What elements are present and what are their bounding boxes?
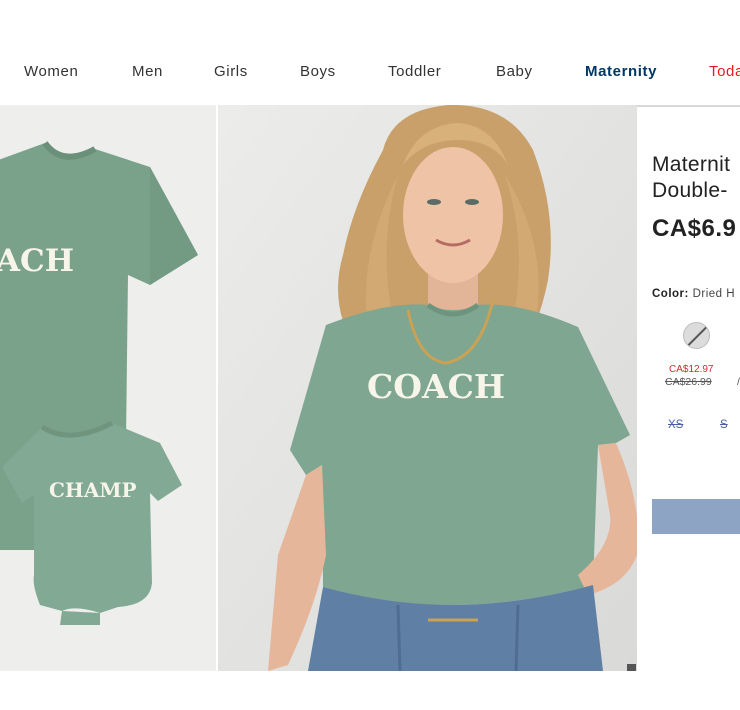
add-to-bag-button[interactable] [652,499,740,534]
size-s[interactable]: S [720,419,728,431]
nav-baby[interactable]: Baby [496,63,533,80]
swatch-original-price: CA$26.99 [665,376,712,388]
swatch-sale-price: CA$12.97 [669,364,714,375]
flatlay-illustration [0,141,198,625]
swatch-price-cutoff: / [737,376,740,388]
nav-women[interactable]: Women [24,63,78,80]
product-image-model[interactable]: COACH [218,105,637,671]
adult-tee-print: ACH [0,243,75,279]
color-value: Dried H [692,288,736,300]
model-tee-print: COACH [367,367,506,406]
color-row: Color: Dried H [652,288,735,300]
nav-toddler[interactable]: Toddler [388,63,441,80]
nav-boys[interactable]: Boys [300,63,336,80]
size-xs[interactable]: XS [668,419,683,431]
top-nav: Women Men Girls Boys Toddler Baby Matern… [0,0,740,105]
nav-maternity[interactable]: Maternity [585,63,657,80]
color-label: Color: [652,288,689,300]
panel-divider [637,105,740,107]
baby-bodysuit-print: CHAMP [49,478,137,502]
product-details-panel: Maternit Double- CA$6.9 Color: Dried H C… [637,105,740,671]
nav-today-deals[interactable]: Toda [709,63,740,80]
product-title-line1: Maternit [652,153,731,176]
nav-girls[interactable]: Girls [214,63,248,80]
product-price: CA$6.9 [652,215,737,242]
nav-men[interactable]: Men [132,63,163,80]
product-image-flatlay[interactable]: ACH CHAMP [0,105,216,671]
color-swatch-unavailable[interactable] [683,322,710,349]
product-title-line2: Double- [652,179,728,202]
image-corner-badge [627,664,636,671]
